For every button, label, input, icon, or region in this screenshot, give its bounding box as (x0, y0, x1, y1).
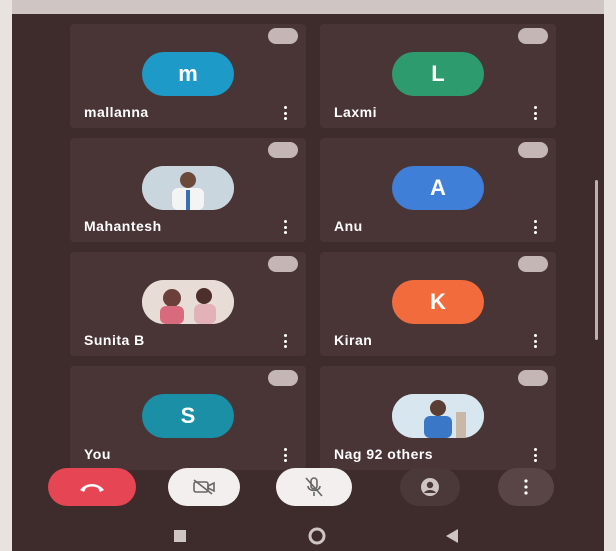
more-vertical-icon[interactable] (284, 106, 288, 120)
avatar-photo (142, 280, 234, 324)
more-vertical-icon[interactable] (284, 334, 288, 348)
participant-tile[interactable]: S You (70, 366, 306, 470)
avatar: K (392, 280, 484, 324)
phone-hangup-icon (80, 484, 104, 492)
recents-button[interactable] (172, 528, 188, 549)
participant-name: Laxmi (334, 104, 377, 120)
triangle-left-icon (446, 529, 458, 543)
participant-name: Sunita B (84, 332, 145, 348)
participant-tile[interactable]: L Laxmi (320, 24, 556, 128)
pin-icon[interactable] (268, 142, 298, 158)
square-icon (174, 530, 186, 542)
call-controls (12, 468, 604, 512)
avatar-initial: A (430, 175, 446, 200)
avatar-initial: L (431, 61, 445, 86)
participant-name: You (84, 446, 111, 462)
person-photo-icon (392, 394, 484, 438)
circle-icon (308, 527, 326, 545)
person-photo-icon (142, 166, 234, 210)
participant-tile[interactable]: K Kiran (320, 252, 556, 356)
participant-tile[interactable]: Sunita B (70, 252, 306, 356)
more-vertical-icon (524, 479, 528, 495)
pin-icon[interactable] (518, 370, 548, 386)
camera-toggle-button[interactable] (168, 468, 240, 506)
participant-tile[interactable]: Mahantesh (70, 138, 306, 242)
participant-name: Kiran (334, 332, 373, 348)
pin-icon[interactable] (268, 256, 298, 272)
mic-toggle-button[interactable] (276, 468, 352, 506)
avatar: m (142, 52, 234, 96)
back-button[interactable] (442, 526, 462, 551)
person-photo-icon (142, 280, 234, 324)
participant-tile[interactable]: Nag 92 others (320, 366, 556, 470)
more-vertical-icon[interactable] (534, 220, 538, 234)
scrollbar[interactable] (595, 180, 598, 340)
pin-icon[interactable] (268, 370, 298, 386)
avatar-initial: S (180, 403, 196, 428)
more-vertical-icon[interactable] (534, 448, 538, 462)
top-strip (12, 0, 604, 14)
avatar-icon (421, 478, 439, 496)
mic-off-icon (305, 477, 323, 497)
participant-tile[interactable]: m mallanna (70, 24, 306, 128)
participant-name: mallanna (84, 104, 149, 120)
video-off-icon (193, 479, 215, 495)
more-vertical-icon[interactable] (284, 448, 288, 462)
phone-screen: m mallanna L Laxmi Mahantesh A Anu Sunit… (12, 0, 604, 551)
avatar: L (392, 52, 484, 96)
pin-icon[interactable] (518, 28, 548, 44)
participant-name: Mahantesh (84, 218, 162, 234)
pin-icon[interactable] (268, 28, 298, 44)
pin-icon[interactable] (518, 142, 548, 158)
end-call-button[interactable] (48, 468, 136, 506)
pin-icon[interactable] (518, 256, 548, 272)
participant-grid: m mallanna L Laxmi Mahantesh A Anu Sunit… (70, 24, 558, 470)
system-nav-bar (12, 520, 604, 551)
more-vertical-icon[interactable] (534, 106, 538, 120)
effects-button[interactable] (400, 468, 460, 506)
participant-name: Anu (334, 218, 363, 234)
more-vertical-icon[interactable] (534, 334, 538, 348)
avatar-initial: m (178, 61, 198, 86)
avatar-photo (392, 394, 484, 438)
more-vertical-icon[interactable] (284, 220, 288, 234)
avatar-photo (142, 166, 234, 210)
participant-name: Nag 92 others (334, 446, 434, 462)
avatar: A (392, 166, 484, 210)
participant-tile[interactable]: A Anu (320, 138, 556, 242)
avatar-initial: K (430, 289, 446, 314)
home-button[interactable] (307, 526, 327, 551)
avatar: S (142, 394, 234, 438)
more-options-button[interactable] (498, 468, 554, 506)
